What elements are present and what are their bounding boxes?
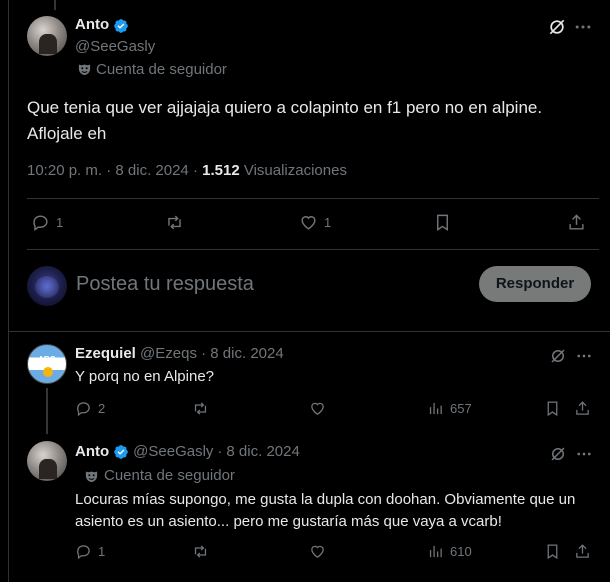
separator-dot: · bbox=[201, 345, 207, 362]
avatar-label: ARG bbox=[38, 355, 56, 364]
views-label: Visualizaciones bbox=[243, 162, 347, 179]
separator-dot: · bbox=[192, 162, 198, 179]
divider bbox=[27, 198, 599, 199]
reply-date[interactable]: 8 dic. 2024 bbox=[226, 443, 299, 460]
reply-text-line: asiento es un asiento... pero me gustarí… bbox=[75, 513, 502, 530]
views-button[interactable]: 657 bbox=[427, 400, 472, 417]
views-count: 1.512 bbox=[202, 162, 240, 179]
author-name[interactable]: Anto bbox=[75, 443, 109, 460]
reply-icon bbox=[77, 545, 90, 560]
divider bbox=[9, 331, 610, 332]
author-name[interactable]: Ezequiel bbox=[75, 345, 136, 362]
analytics-icon bbox=[429, 402, 442, 415]
repost-icon bbox=[194, 545, 207, 558]
verified-badge-icon bbox=[114, 444, 128, 459]
repost-button[interactable] bbox=[165, 213, 184, 232]
heart-icon bbox=[311, 402, 324, 415]
follower-account-icon bbox=[85, 471, 98, 483]
share-button[interactable] bbox=[574, 400, 591, 417]
reply-count: 1 bbox=[98, 544, 106, 559]
like-button[interactable]: 1 bbox=[299, 213, 331, 232]
reply-button[interactable]: 1 bbox=[75, 543, 105, 560]
bookmark-button[interactable] bbox=[544, 543, 561, 560]
reply-header: Ezequiel @Ezeqs · 8 dic. 2024 bbox=[75, 345, 284, 362]
like-button[interactable] bbox=[309, 400, 326, 417]
more-options-icon[interactable] bbox=[573, 17, 593, 37]
sun-icon bbox=[43, 367, 53, 377]
bookmark-button[interactable] bbox=[433, 213, 452, 232]
share-icon bbox=[576, 401, 589, 415]
reply-icon bbox=[33, 215, 48, 232]
views-count: 610 bbox=[450, 544, 472, 559]
avatar[interactable] bbox=[27, 16, 67, 56]
post-meta: 10:20 p. m. · 8 dic. 2024 · 1.512 Visual… bbox=[27, 162, 347, 179]
follower-account-label: Cuenta de seguidor bbox=[104, 467, 235, 484]
reply-count: 2 bbox=[98, 401, 106, 416]
post-text-line: Que tenia que ver ajjajaja quiero a cola… bbox=[27, 98, 543, 117]
grok-icon[interactable] bbox=[549, 347, 567, 365]
avatar[interactable] bbox=[27, 441, 67, 481]
reply-input[interactable]: Postea tu respuesta bbox=[76, 273, 254, 296]
more-options-icon[interactable] bbox=[575, 347, 593, 365]
share-icon bbox=[569, 214, 584, 230]
share-button[interactable] bbox=[574, 543, 591, 560]
bookmark-icon bbox=[547, 401, 558, 417]
author-handle[interactable]: @Ezeqs bbox=[140, 345, 197, 362]
like-button[interactable] bbox=[309, 543, 326, 560]
grok-icon[interactable] bbox=[547, 17, 567, 37]
thread-line bbox=[46, 388, 48, 434]
repost-button[interactable] bbox=[192, 400, 209, 417]
views-count: 657 bbox=[450, 401, 472, 416]
post-time[interactable]: 10:20 p. m. bbox=[27, 162, 102, 179]
bookmark-button[interactable] bbox=[544, 400, 561, 417]
reply-submit-button[interactable]: Responder bbox=[479, 266, 591, 302]
repost-button[interactable] bbox=[192, 543, 209, 560]
more-options-icon[interactable] bbox=[575, 445, 593, 463]
conversation-column: Anto @SeeGasly Cuenta de seguidor Que te… bbox=[8, 0, 610, 582]
author-handle[interactable]: @SeeGasly bbox=[75, 38, 155, 55]
separator-dot: · bbox=[217, 443, 223, 460]
share-button[interactable] bbox=[567, 213, 586, 232]
reply-date[interactable]: 8 dic. 2024 bbox=[210, 345, 283, 362]
follower-account-icon bbox=[78, 64, 91, 76]
grok-icon[interactable] bbox=[549, 445, 567, 463]
post-text-line: Aflojale eh bbox=[27, 124, 107, 143]
heart-icon bbox=[311, 545, 324, 558]
heart-icon bbox=[301, 216, 316, 230]
analytics-icon bbox=[429, 545, 442, 558]
views-button[interactable]: 610 bbox=[427, 543, 472, 560]
current-user-avatar[interactable] bbox=[27, 266, 67, 306]
reply-button[interactable]: 1 bbox=[31, 213, 63, 232]
repost-icon bbox=[168, 215, 181, 230]
author-handle[interactable]: @SeeGasly bbox=[133, 443, 213, 460]
verified-badge-icon bbox=[114, 19, 128, 33]
post-text: Que tenia que ver ajjajaja quiero a cola… bbox=[27, 95, 542, 147]
follower-account-label: Cuenta de seguidor bbox=[96, 61, 227, 78]
reply-count: 1 bbox=[56, 215, 64, 230]
author-name[interactable]: Anto bbox=[75, 16, 109, 33]
reply-header: Anto @SeeGasly · 8 dic. 2024 bbox=[75, 443, 300, 460]
thread-line bbox=[54, 0, 56, 10]
like-count: 1 bbox=[324, 215, 332, 230]
reply-button[interactable]: 2 bbox=[75, 400, 105, 417]
share-icon bbox=[576, 544, 589, 558]
repost-icon bbox=[194, 402, 207, 415]
reply-text: Locuras mías supongo, me gusta la dupla … bbox=[75, 489, 575, 533]
reply-icon bbox=[77, 402, 90, 417]
reply-text-line: Locuras mías supongo, me gusta la dupla … bbox=[75, 491, 576, 508]
bookmark-icon bbox=[547, 544, 558, 560]
post-date[interactable]: 8 dic. 2024 bbox=[115, 162, 188, 179]
divider bbox=[27, 249, 599, 250]
reply-text: Y porq no en Alpine? bbox=[75, 368, 215, 385]
bookmark-icon bbox=[437, 214, 448, 231]
avatar[interactable]: ARG bbox=[27, 344, 67, 384]
separator-dot: · bbox=[106, 162, 112, 179]
